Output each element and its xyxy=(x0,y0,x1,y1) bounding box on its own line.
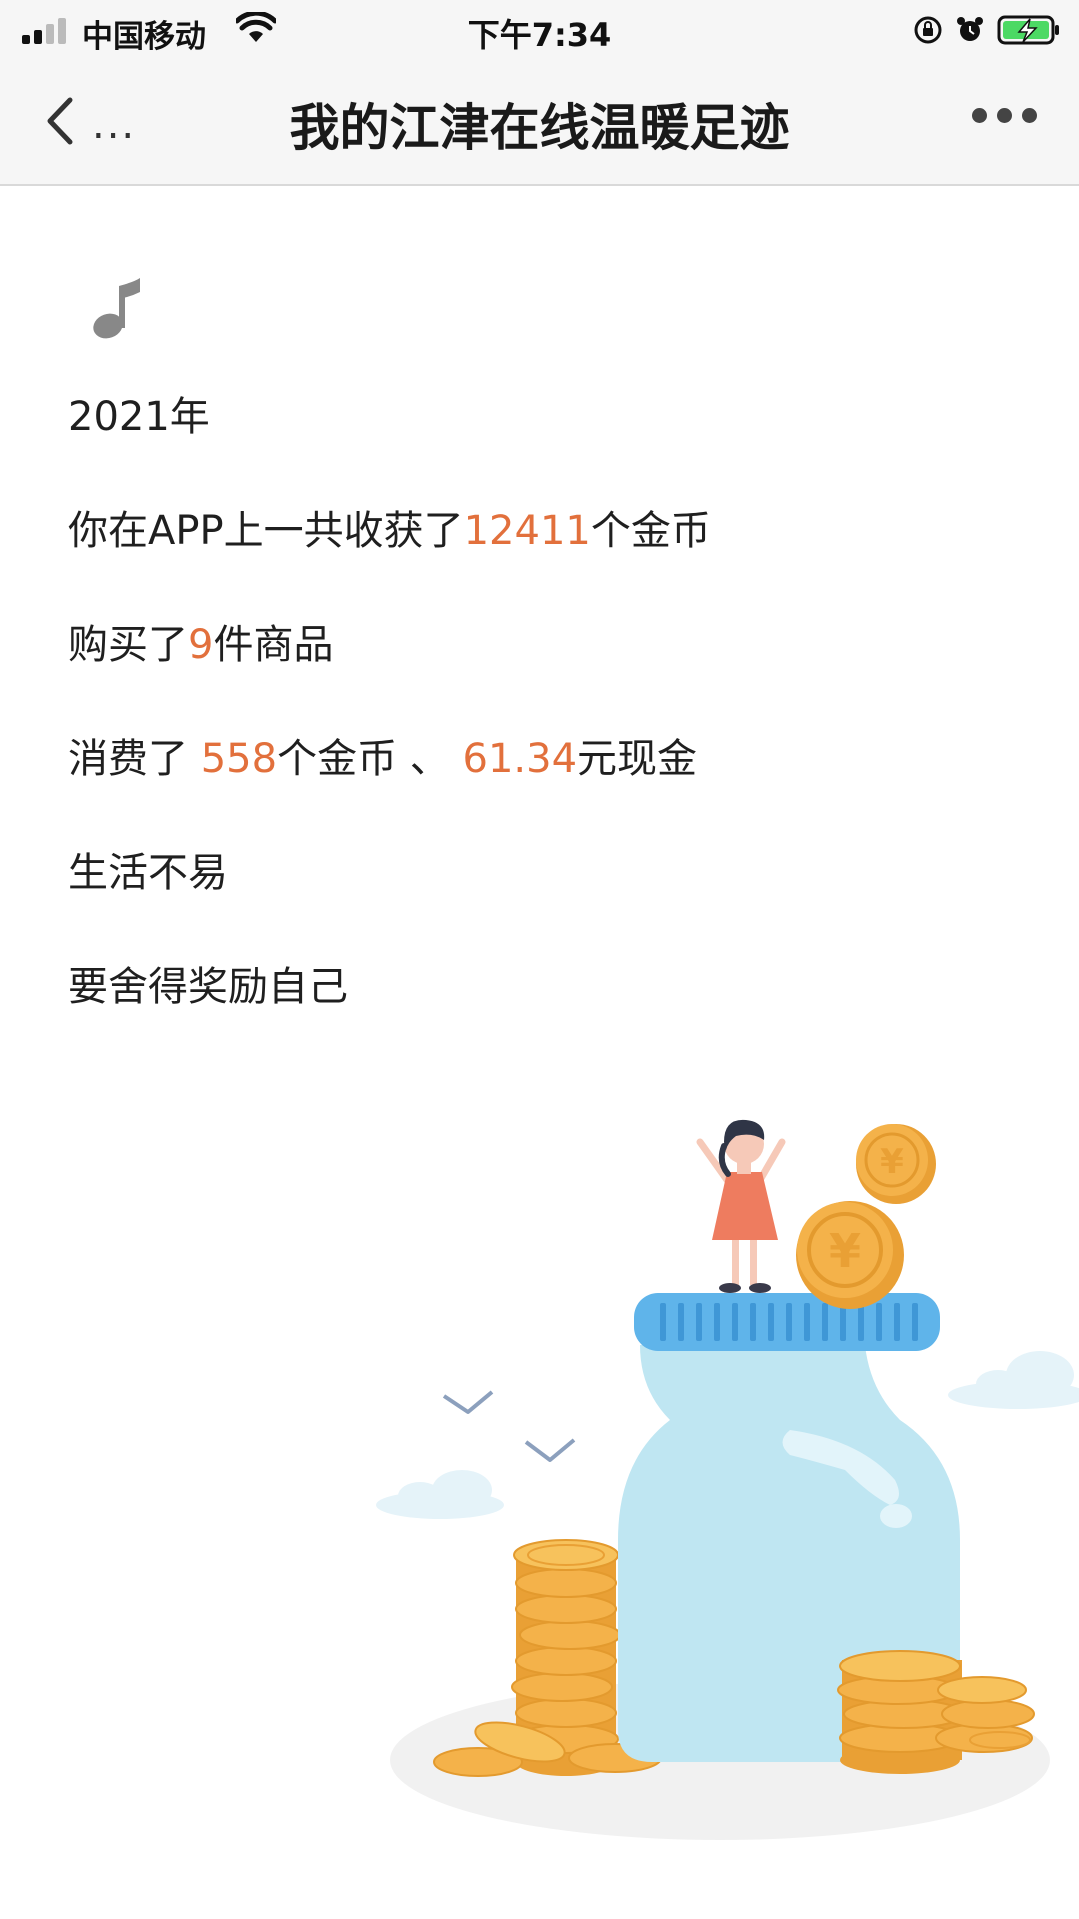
spending-middle: 个金币 、 xyxy=(277,736,463,782)
more-icon[interactable] xyxy=(972,108,1037,123)
cloud-right xyxy=(948,1351,1079,1409)
savings-jar-illustration: ¥ ¥ xyxy=(376,1119,1079,1840)
nav-bar: ... 我的江津在线温暖足迹 xyxy=(0,60,1079,186)
bird-1 xyxy=(442,1390,494,1414)
spent-coins-value: 558 xyxy=(200,736,278,782)
orientation-lock-icon xyxy=(914,16,942,44)
girl-figure xyxy=(696,1119,786,1293)
purchase-prefix: 购买了 xyxy=(68,622,188,668)
alarm-icon xyxy=(957,17,983,41)
status-right-icons xyxy=(913,12,1061,48)
big-coin: ¥ xyxy=(796,1201,904,1309)
reward-line: 要舍得奖励自己 xyxy=(68,964,348,1010)
svg-text:¥: ¥ xyxy=(829,1224,861,1278)
summary-content: 2021年 你在APP上一共收获了12411个金币 购买了9件商品 消费了 55… xyxy=(68,390,1008,1074)
music-note-icon[interactable] xyxy=(90,278,146,342)
jar-lid-ridges xyxy=(660,1303,918,1341)
coins-earned-value: 12411 xyxy=(463,508,591,554)
purchase-line: 购买了9件商品 xyxy=(68,618,1008,732)
spending-line: 消费了 558个金币 、 61.34元现金 xyxy=(68,732,1008,846)
coins-earned-line: 你在APP上一共收获了12411个金币 xyxy=(68,504,1008,618)
svg-text:¥: ¥ xyxy=(880,1142,904,1182)
purchase-suffix: 件商品 xyxy=(213,622,334,668)
spent-cash-value: 61.34 xyxy=(462,736,578,782)
life-line: 生活不易 xyxy=(68,850,228,896)
coins-earned-suffix: 个金币 xyxy=(590,508,711,554)
battery-charging-icon xyxy=(997,15,1059,45)
spending-suffix: 元现金 xyxy=(577,736,698,782)
bird-2 xyxy=(524,1438,576,1462)
small-coin: ¥ xyxy=(856,1124,936,1204)
coins-earned-prefix: 你在APP上一共收获了 xyxy=(68,508,464,554)
spending-prefix: 消费了 xyxy=(68,736,201,782)
status-bar: 中国移动 下午7:34 xyxy=(0,0,1079,60)
page-title: 我的江津在线温暖足迹 xyxy=(289,99,790,157)
purchase-count: 9 xyxy=(188,622,214,668)
jar-highlight-dot xyxy=(880,1504,912,1528)
cloud-left xyxy=(376,1470,504,1519)
year-line: 2021年 xyxy=(68,394,210,440)
